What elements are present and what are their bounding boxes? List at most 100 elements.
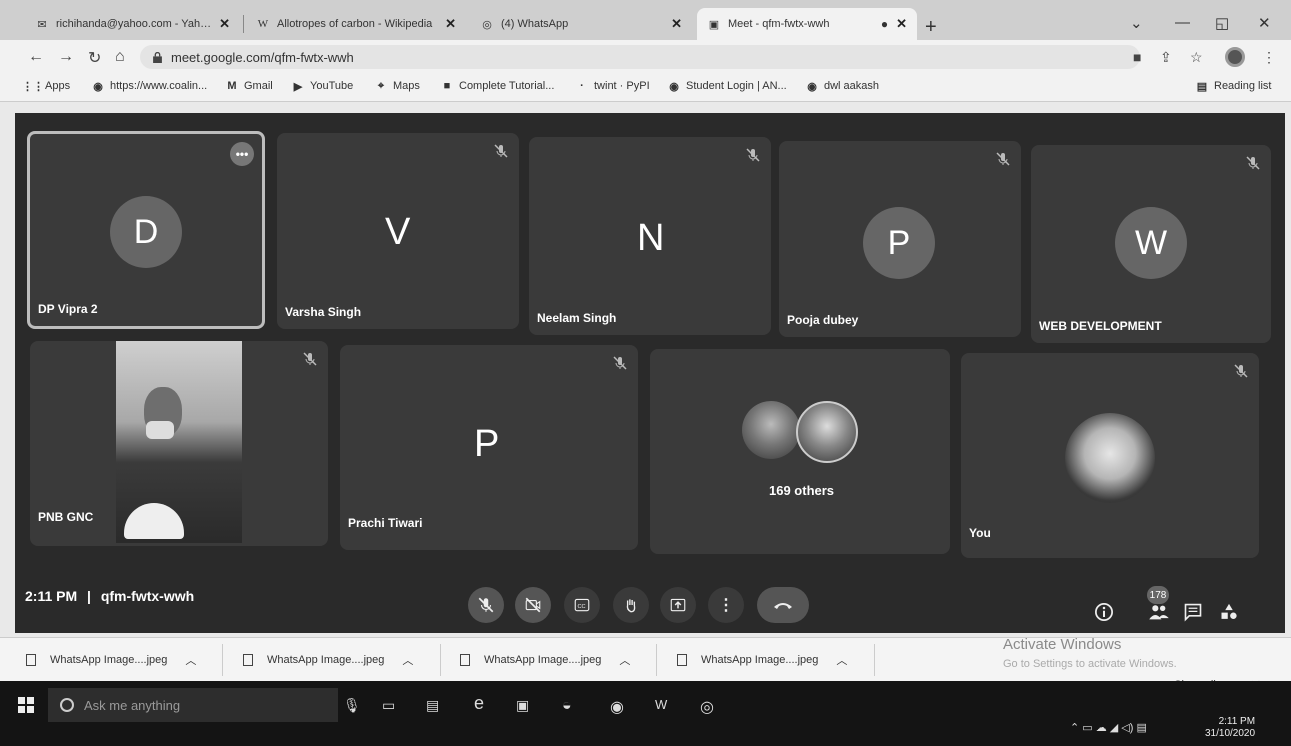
home-icon[interactable]: ⌂ xyxy=(115,48,125,66)
edge-icon[interactable]: e xyxy=(474,693,492,713)
participant-tile[interactable]: W WEB DEVELOPMENT xyxy=(1031,145,1271,343)
download-item[interactable]: WhatsApp Image....jpeg ︿ xyxy=(460,652,630,668)
present-icon xyxy=(670,598,686,612)
raise-hand-button[interactable] xyxy=(613,587,649,623)
self-tile[interactable]: You xyxy=(961,353,1259,558)
bookmark-label: Apps xyxy=(45,80,71,92)
bookmark-apps[interactable]: ⋮⋮ Apps xyxy=(22,80,71,93)
bookmark-dwl-aakash[interactable]: ◉ dwl aakash xyxy=(806,80,879,93)
camera-in-use-icon[interactable]: ■ xyxy=(1133,49,1141,65)
more-options-icon[interactable]: ••• xyxy=(230,142,254,166)
more-options-button[interactable]: ⋮ xyxy=(708,587,744,623)
bookmark-student-login[interactable]: ◉ Student Login | AN... xyxy=(668,80,787,93)
whatsapp-icon: ◎ xyxy=(482,18,492,31)
bookmark-youtube[interactable]: ▶ YouTube xyxy=(292,80,353,93)
reading-list-icon: ▤ xyxy=(1196,80,1208,93)
bookmark-coalindia[interactable]: ◉ https://www.coalin... xyxy=(92,80,207,93)
address-bar[interactable]: meet.google.com/qfm-fwtx-wwh xyxy=(140,45,1140,69)
tab-yahoo-mail[interactable]: ✉ richihanda@yahoo.com - Yahoo ✕ xyxy=(25,8,240,40)
mic-off-icon xyxy=(303,352,317,366)
mic-off-icon xyxy=(746,148,760,162)
meeting-separator: | xyxy=(87,588,91,604)
close-icon[interactable]: ✕ xyxy=(671,16,682,32)
forward-icon[interactable]: → xyxy=(58,48,74,66)
participant-tile[interactable]: ••• D DP Vipra 2 xyxy=(27,131,265,329)
back-icon[interactable]: ← xyxy=(28,48,44,66)
chevron-up-icon[interactable]: ︿ xyxy=(836,652,847,668)
app-icon[interactable]: ◎ xyxy=(700,697,718,716)
chevron-up-icon[interactable]: ︿ xyxy=(619,652,630,668)
close-icon[interactable]: ✕ xyxy=(896,16,907,32)
mic-toggle-button[interactable] xyxy=(468,587,504,623)
taskbar-clock[interactable]: 2:11 PM 31/10/2020 xyxy=(1205,716,1255,740)
participant-tile[interactable]: P Pooja dubey xyxy=(779,141,1021,337)
others-tile[interactable]: 169 others xyxy=(650,349,950,554)
file-explorer-icon[interactable]: ▤ xyxy=(426,697,444,715)
reading-list-button[interactable]: ▤ Reading list xyxy=(1196,80,1272,93)
recording-dot-icon: ● xyxy=(880,17,889,31)
participants-button[interactable] xyxy=(1148,601,1170,623)
windows-taskbar: Ask me anything 🎙 ▭ ▤ e ▣ ◒ ◉ W ◎ ⌃ ▭ ☁ … xyxy=(0,681,1291,746)
file-icon xyxy=(243,654,253,666)
bookmark-tutorial[interactable]: ■ Complete Tutorial... xyxy=(441,80,555,92)
share-icon[interactable]: ⇪ xyxy=(1160,49,1172,66)
reload-icon[interactable]: ↻ xyxy=(88,48,101,68)
task-view-icon[interactable]: ▭ xyxy=(382,697,400,715)
store-icon[interactable]: ▣ xyxy=(516,697,534,715)
bookmark-gmail[interactable]: M Gmail xyxy=(226,80,272,92)
star-icon[interactable]: ☆ xyxy=(1190,49,1203,66)
camera-off-icon xyxy=(525,597,541,613)
tab-meet[interactable]: ▣ Meet - qfm-fwtx-wwh ● ✕ xyxy=(697,8,917,40)
word-icon[interactable]: W xyxy=(655,697,673,715)
profile-avatar[interactable] xyxy=(1225,47,1245,67)
taskbar-search-box[interactable]: Ask me anything xyxy=(48,688,338,722)
close-icon[interactable]: ✕ xyxy=(445,16,456,32)
windows-start-icon[interactable] xyxy=(18,697,34,713)
chevron-up-icon[interactable]: ︿ xyxy=(402,652,413,668)
participant-name: You xyxy=(969,526,991,540)
new-tab-button[interactable]: + xyxy=(925,16,937,39)
meet-icon: ▣ xyxy=(708,18,720,31)
microphone-icon[interactable]: 🎙 xyxy=(343,697,361,715)
chevron-up-icon[interactable]: ︿ xyxy=(185,652,196,668)
search-placeholder: Ask me anything xyxy=(84,697,181,713)
download-item[interactable]: WhatsApp Image....jpeg ︿ xyxy=(26,652,196,668)
tab-wikipedia[interactable]: W Allotropes of carbon - Wikipedia ✕ xyxy=(246,8,466,40)
menu-icon[interactable]: ⋮ xyxy=(1262,49,1276,66)
bookmark-maps[interactable]: ⌖ Maps xyxy=(375,80,420,93)
meeting-details[interactable]: 2:11 PM | qfm-fwtx-wwh xyxy=(25,588,194,604)
chrome-icon[interactable]: ◉ xyxy=(610,697,628,716)
bookmark-twint[interactable]: · twint · PyPI xyxy=(576,80,649,92)
activate-windows-title: Activate Windows xyxy=(1003,636,1122,653)
captions-button[interactable]: CC xyxy=(564,587,600,623)
pypi-icon: · xyxy=(580,80,584,92)
download-item[interactable]: WhatsApp Image....jpeg ︿ xyxy=(243,652,413,668)
more-vert-icon: ⋮ xyxy=(718,597,734,614)
tab-whatsapp[interactable]: ◎ (4) WhatsApp ✕ xyxy=(470,8,692,40)
close-icon[interactable]: ✕ xyxy=(219,16,230,32)
chat-button[interactable] xyxy=(1182,601,1204,623)
restore-button[interactable]: ◱ xyxy=(1215,14,1229,32)
present-screen-button[interactable] xyxy=(660,587,696,623)
system-tray-icons[interactable]: ⌃ ▭ ☁ ◢ ◁) ▤ xyxy=(1070,721,1147,734)
bookmark-site-icon: ■ xyxy=(443,80,451,92)
bookmark-label: Maps xyxy=(393,80,420,92)
leave-call-button[interactable] xyxy=(757,587,809,623)
participant-tile[interactable]: P Prachi Tiwari xyxy=(340,345,638,550)
activities-button[interactable] xyxy=(1218,601,1240,623)
participant-tile[interactable]: V Varsha Singh xyxy=(277,133,519,329)
meeting-info-button[interactable] xyxy=(1093,601,1115,623)
minimize-button[interactable]: — xyxy=(1175,14,1190,31)
participant-tile[interactable]: N Neelam Singh xyxy=(529,137,771,335)
download-item[interactable]: WhatsApp Image....jpeg ︿ xyxy=(677,652,847,668)
participant-tile[interactable]: PNB GNC xyxy=(30,341,328,546)
avatar: N xyxy=(637,217,665,259)
mic-off-icon xyxy=(1246,156,1260,170)
tab-title: (4) WhatsApp xyxy=(501,18,569,30)
avatar xyxy=(1065,413,1155,503)
firefox-icon[interactable]: ◒ xyxy=(562,697,580,715)
tab-title: Allotropes of carbon - Wikipedia xyxy=(277,18,433,30)
tab-search-icon[interactable]: ⌄ xyxy=(1130,14,1143,32)
close-window-button[interactable]: ✕ xyxy=(1258,14,1271,32)
camera-toggle-button[interactable] xyxy=(515,587,551,623)
